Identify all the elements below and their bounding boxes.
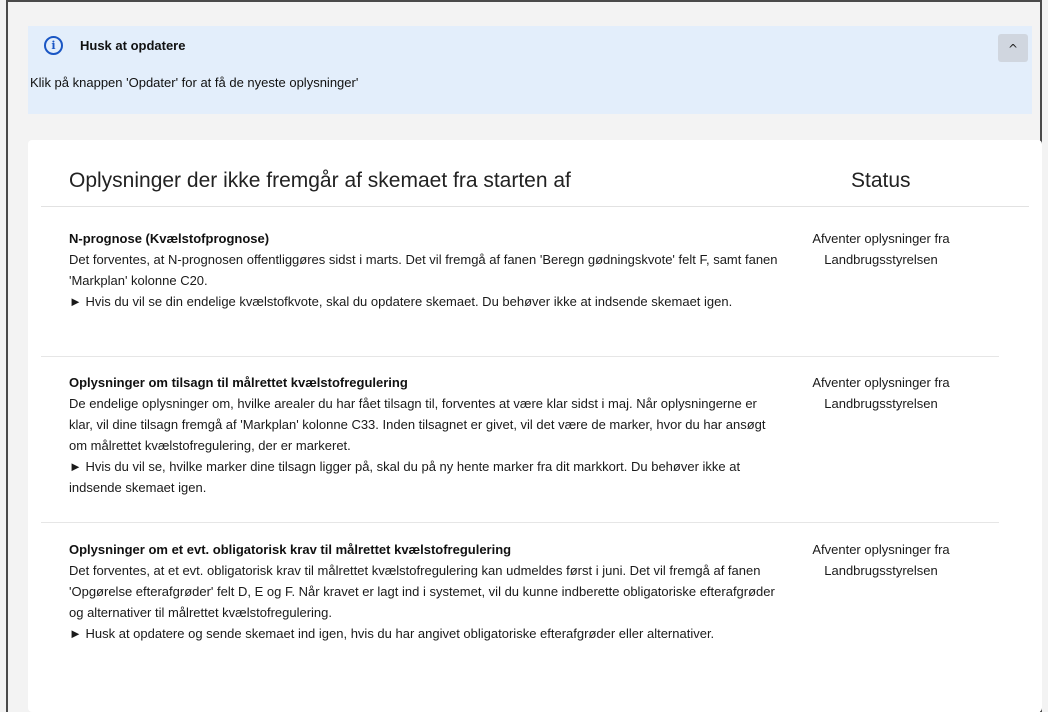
row-description: Det forventes, at N-prognosen offentligg…: [69, 252, 778, 288]
status-text: Afventer oplysninger fra Landbrugsstyrel…: [812, 231, 950, 267]
status-text: Afventer oplysninger fra Landbrugsstyrel…: [812, 542, 950, 578]
row-content: Oplysninger om et evt. obligatorisk krav…: [69, 539, 779, 644]
row-description: Det forventes, at et evt. obligatorisk k…: [69, 563, 775, 620]
row-content: Oplysninger om tilsagn til målrettet kvæ…: [69, 372, 779, 498]
row-title: Oplysninger om tilsagn til målrettet kvæ…: [69, 375, 408, 390]
row-description: De endelige oplysninger om, hvilke areal…: [69, 396, 766, 453]
table-row: N-prognose (Kvælstofprognose) Det forven…: [41, 228, 999, 357]
column-header-info: Oplysninger der ikke fremgår af skemaet …: [69, 169, 571, 192]
banner-title: Husk at opdatere: [80, 38, 186, 53]
table-row: Oplysninger om et evt. obligatorisk krav…: [41, 539, 999, 689]
banner-text: Klik på knappen 'Opdater' for at få de n…: [30, 75, 359, 90]
row-hint: ► Hvis du vil se, hvilke marker dine til…: [69, 459, 741, 495]
row-content: N-prognose (Kvælstofprognose) Det forven…: [69, 228, 779, 312]
row-title: N-prognose (Kvælstofprognose): [69, 231, 270, 246]
row-hint: ► Hvis du vil se din endelige kvælstofkv…: [69, 294, 733, 309]
row-title: Oplysninger om et evt. obligatorisk krav…: [69, 542, 512, 557]
column-header-status: Status: [851, 169, 911, 192]
row-hint: ► Husk at opdatere og sende skemaet ind …: [69, 626, 715, 641]
table-row: Oplysninger om tilsagn til målrettet kvæ…: [41, 372, 999, 523]
chevron-up-icon: ^: [1007, 42, 1019, 56]
info-card: Oplysninger der ikke fremgår af skemaet …: [28, 140, 1042, 712]
info-icon: i: [44, 36, 63, 55]
collapse-button[interactable]: ^: [998, 34, 1028, 62]
info-banner: i Husk at opdatere Klik på knappen 'Opda…: [28, 26, 1032, 114]
table-header: Oplysninger der ikke fremgår af skemaet …: [41, 140, 1029, 207]
status-text: Afventer oplysninger fra Landbrugsstyrel…: [812, 375, 950, 411]
